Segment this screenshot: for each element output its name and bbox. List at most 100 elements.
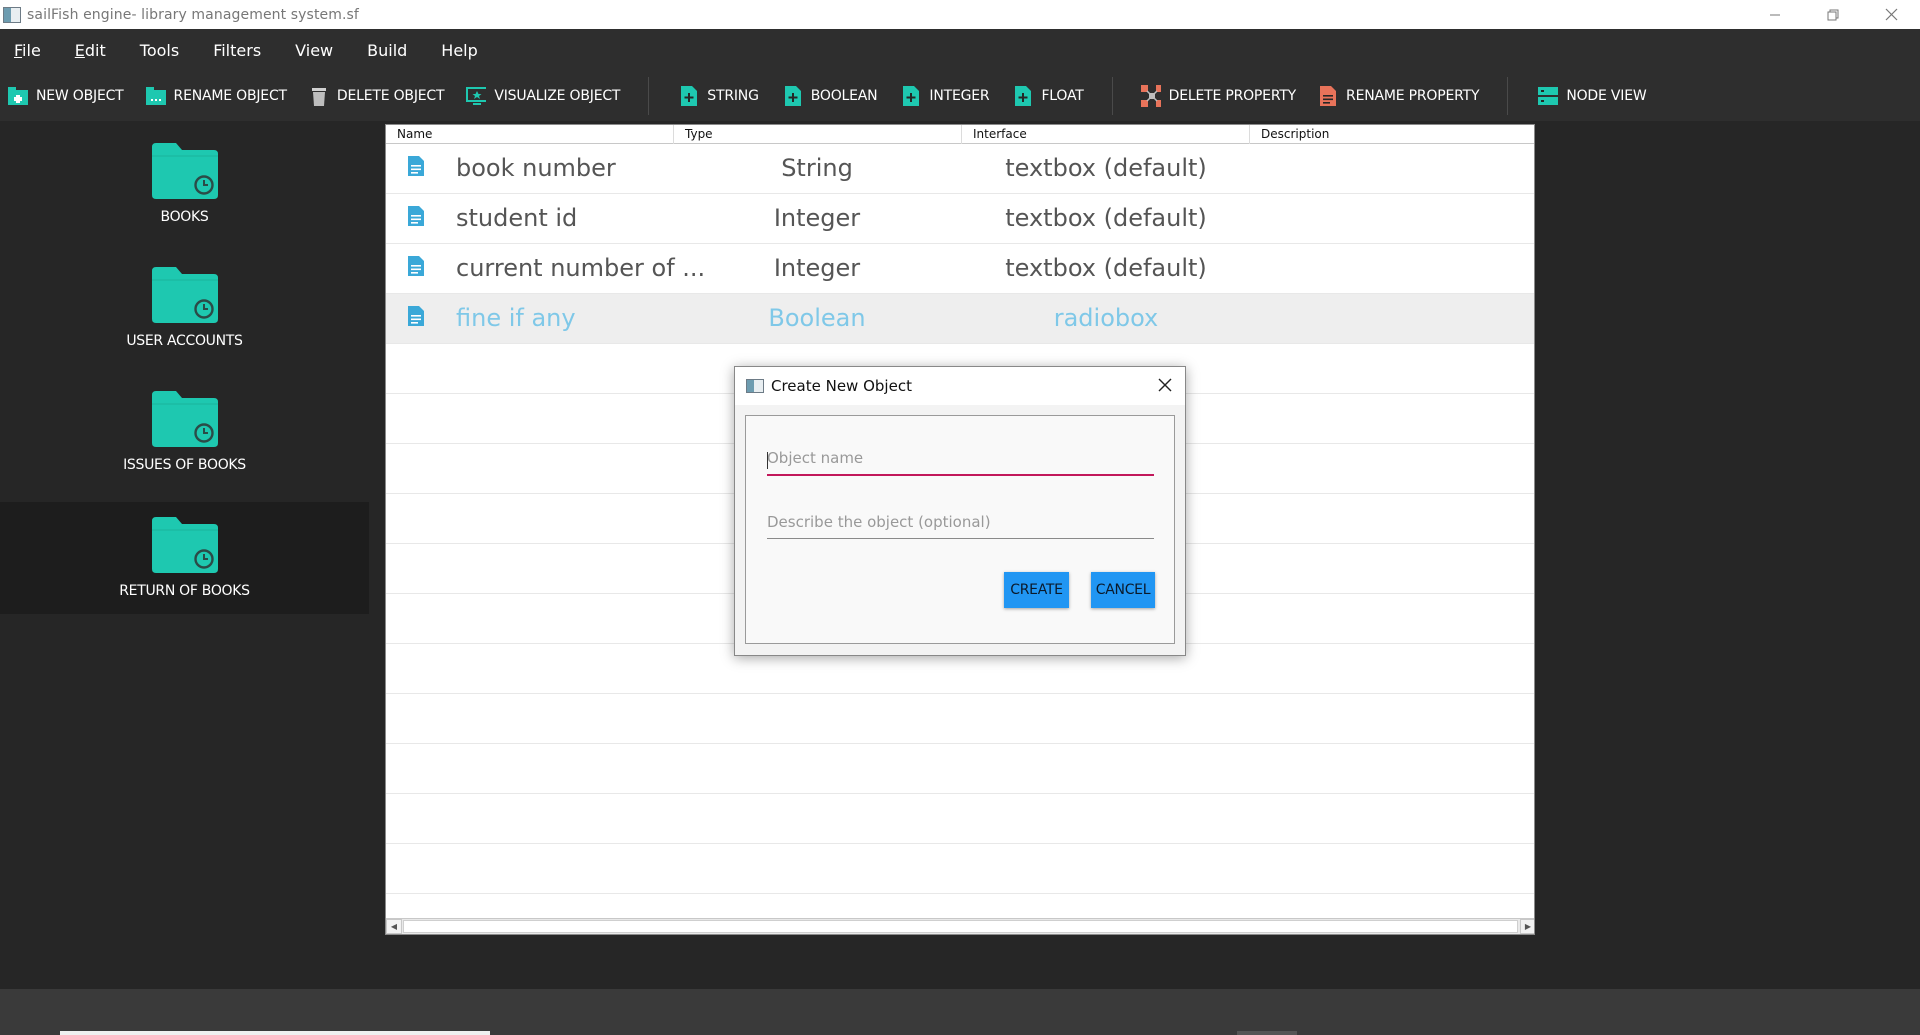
rename-property-button[interactable]: RENAME PROPERTY <box>1318 71 1480 121</box>
sidebar-item-return-of-books[interactable]: RETURN OF BOOKS <box>0 502 369 614</box>
float-button[interactable]: FLOAT <box>1013 71 1084 121</box>
menu-edit[interactable]: Edit <box>75 41 106 60</box>
text-caret <box>767 452 768 469</box>
dialog-title-bar: Create New Object <box>735 367 1185 405</box>
menu-file[interactable]: File <box>14 41 41 60</box>
cell-interface: textbox (default) <box>1005 204 1207 232</box>
empty-row <box>386 844 1534 894</box>
app-icon <box>3 6 21 23</box>
cell-name: book number <box>456 154 616 182</box>
table-row[interactable]: book number String textbox (default) <box>386 144 1534 194</box>
close-button[interactable] <box>1862 0 1920 29</box>
string-button[interactable]: STRING <box>679 71 759 121</box>
table-row[interactable]: student id Integer textbox (default) <box>386 194 1534 244</box>
table-row[interactable]: current number of ... Integer textbox (d… <box>386 244 1534 294</box>
rename-file-icon <box>1318 86 1338 106</box>
add-file-icon <box>783 86 803 106</box>
menu-filters[interactable]: Filters <box>213 41 261 60</box>
menu-build[interactable]: Build <box>367 41 407 60</box>
scroll-left-icon[interactable]: ◀ <box>386 919 402 934</box>
object-name-input[interactable] <box>767 446 1154 476</box>
menu-bar: File Edit Tools Filters View Build Help <box>0 29 1920 71</box>
title-bar: sailFish engine- library management syst… <box>0 0 1920 29</box>
cell-type: Boolean <box>768 304 866 332</box>
sidebar-item-books[interactable]: BOOKS <box>0 121 369 233</box>
menu-tools[interactable]: Tools <box>140 41 179 60</box>
minimize-icon <box>1770 14 1780 15</box>
visualize-screen-icon <box>466 86 487 106</box>
minimize-button[interactable] <box>1746 0 1804 29</box>
cancel-button[interactable]: CANCEL <box>1091 572 1155 608</box>
document-icon <box>408 156 424 176</box>
taskbar-indicator <box>60 1031 490 1035</box>
string-label: STRING <box>707 88 759 104</box>
add-box-icon <box>8 86 28 106</box>
sidebar-item-user-accounts[interactable]: USER ACCOUNTS <box>0 245 369 357</box>
taskbar-indicator <box>1237 1031 1297 1035</box>
node-view-button[interactable]: NODE VIEW <box>1538 71 1647 121</box>
add-file-icon <box>901 86 921 106</box>
column-header-interface[interactable]: Interface <box>962 125 1250 144</box>
sidebar-item-label: RETURN OF BOOKS <box>119 583 250 599</box>
cell-name: student id <box>456 204 578 232</box>
integer-label: INTEGER <box>929 88 990 104</box>
toolbar-divider <box>1507 77 1509 115</box>
folder-clock-icon <box>151 391 218 447</box>
create-button[interactable]: CREATE <box>1004 572 1069 608</box>
app-icon <box>746 379 764 393</box>
folder-clock-icon <box>151 517 218 573</box>
table-row-selected[interactable]: fine if any Boolean radiobox <box>386 294 1534 344</box>
dialog-title: Create New Object <box>771 377 912 395</box>
node-view-icon <box>1538 86 1559 106</box>
integer-button[interactable]: INTEGER <box>901 71 990 121</box>
horizontal-scrollbar[interactable]: ◀ ▶ <box>386 918 1534 934</box>
add-file-icon <box>679 86 699 106</box>
column-header-description[interactable]: Description <box>1250 125 1534 144</box>
rename-folder-icon <box>145 86 166 106</box>
document-icon <box>408 206 424 226</box>
column-header-type[interactable]: Type <box>674 125 962 144</box>
scrollbar-thumb[interactable] <box>403 920 1518 933</box>
scroll-right-icon[interactable]: ▶ <box>1520 919 1534 934</box>
menu-view[interactable]: View <box>295 41 333 60</box>
document-icon <box>408 306 424 326</box>
object-description-input[interactable] <box>767 509 1154 539</box>
dialog-body: CREATE CANCEL <box>745 415 1175 644</box>
node-view-label: NODE VIEW <box>1566 88 1647 104</box>
nodes-delete-icon <box>1140 85 1161 107</box>
boolean-button[interactable]: BOOLEAN <box>783 71 878 121</box>
cell-name: fine if any <box>456 304 576 332</box>
delete-property-button[interactable]: DELETE PROPERTY <box>1140 71 1297 121</box>
delete-object-button[interactable]: DELETE OBJECT <box>309 71 445 121</box>
empty-row <box>386 694 1534 744</box>
rename-object-button[interactable]: RENAME OBJECT <box>145 71 288 121</box>
cell-interface: radiobox <box>1053 304 1159 332</box>
toolbar-divider <box>1111 77 1113 115</box>
close-icon[interactable] <box>1157 377 1173 393</box>
delete-property-label: DELETE PROPERTY <box>1168 88 1297 104</box>
empty-row <box>386 794 1534 844</box>
sidebar-item-label: ISSUES OF BOOKS <box>123 457 246 473</box>
table-header: Name Type Interface Description <box>386 125 1534 144</box>
rename-object-label: RENAME OBJECT <box>173 88 288 104</box>
restore-button[interactable] <box>1804 0 1862 29</box>
sidebar: BOOKS USER ACCOUNTS ISSUES OF BOOKS RETU… <box>0 121 369 989</box>
trash-icon <box>309 86 329 106</box>
folder-clock-icon <box>151 143 218 199</box>
sidebar-item-label: BOOKS <box>160 209 209 225</box>
visualize-object-button[interactable]: VISUALIZE OBJECT <box>466 71 620 121</box>
bottom-bar <box>0 989 1920 1035</box>
sidebar-item-issues-of-books[interactable]: ISSUES OF BOOKS <box>0 369 369 481</box>
create-object-dialog: Create New Object CREATE CANCEL <box>734 366 1186 656</box>
empty-row <box>386 744 1534 794</box>
delete-object-label: DELETE OBJECT <box>336 88 445 104</box>
column-header-name[interactable]: Name <box>386 125 674 144</box>
cell-type: Integer <box>773 204 861 232</box>
float-label: FLOAT <box>1041 88 1084 104</box>
toolbar-divider <box>648 77 650 115</box>
cell-type: String <box>781 154 853 182</box>
new-object-label: NEW OBJECT <box>36 88 124 104</box>
restore-icon <box>1827 9 1839 20</box>
new-object-button[interactable]: NEW OBJECT <box>8 71 124 121</box>
menu-help[interactable]: Help <box>441 41 477 60</box>
